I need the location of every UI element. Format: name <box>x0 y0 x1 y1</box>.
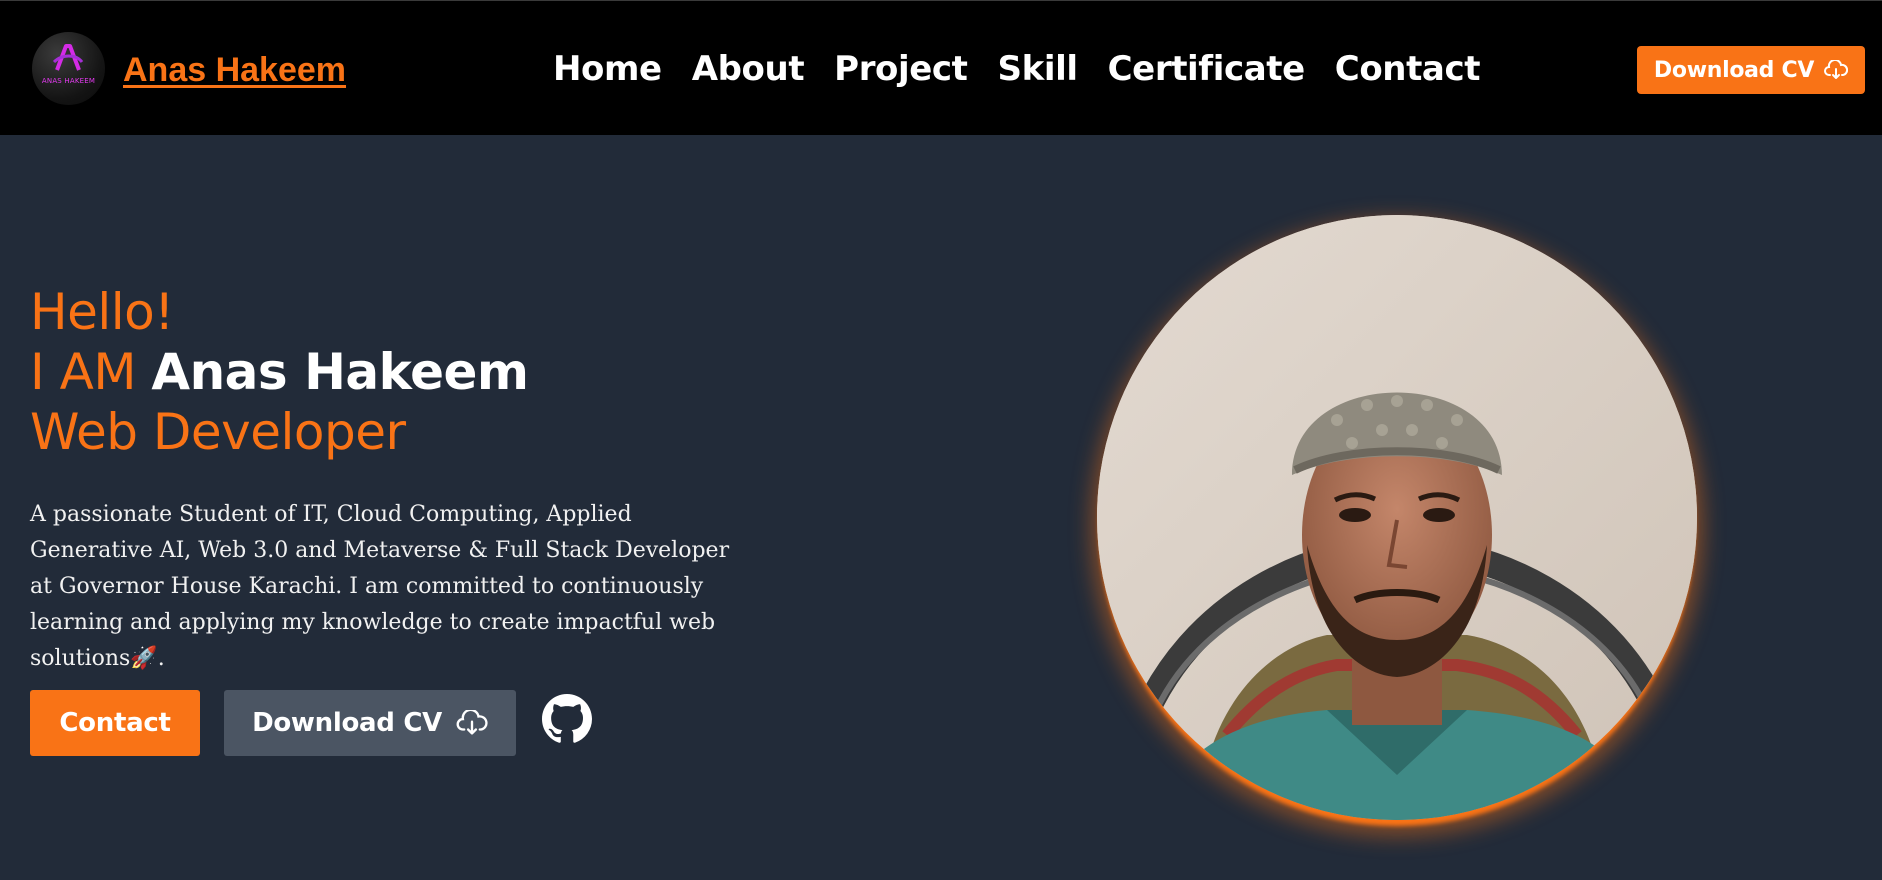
nav-download-cv-button[interactable]: Download CV <box>1637 46 1865 94</box>
cloud-download-icon <box>1824 60 1849 79</box>
nav-links: Home About Project Skill Certificate Con… <box>553 49 1480 89</box>
nav-download-cv-label: Download CV <box>1653 57 1815 83</box>
github-icon[interactable] <box>542 694 592 744</box>
nav-about[interactable]: About <box>692 49 805 89</box>
logo-glyph-icon <box>52 44 84 71</box>
profile-photo <box>1097 215 1697 820</box>
nav-certificate[interactable]: Certificate <box>1108 49 1306 89</box>
logo-text: ANAS HAKEEM <box>41 77 96 85</box>
download-cv-button[interactable]: Download CV <box>224 690 516 756</box>
brand-link[interactable]: Anas Hakeem <box>123 51 346 90</box>
profile-photo-illustration <box>1097 215 1697 820</box>
contact-button[interactable]: Contact <box>30 690 200 756</box>
hero-greeting: Hello! <box>30 283 174 341</box>
nav-contact[interactable]: Contact <box>1335 49 1481 89</box>
cloud-download-icon <box>456 710 488 735</box>
hero-iam: I AM <box>30 343 136 401</box>
navbar: ANAS HAKEEM Anas Hakeem Home About Proje… <box>0 0 1882 135</box>
hero-name-line: I AM Anas Hakeem <box>30 342 529 402</box>
hero-name: Anas Hakeem <box>151 343 529 401</box>
nav-skill[interactable]: Skill <box>998 49 1078 89</box>
nav-project[interactable]: Project <box>834 49 968 89</box>
hero-role: Web Developer <box>30 403 406 461</box>
download-cv-label: Download CV <box>252 708 442 738</box>
hero-description: A passionate Student of IT, Cloud Comput… <box>30 502 730 671</box>
nav-home[interactable]: Home <box>553 49 662 89</box>
logo[interactable]: ANAS HAKEEM <box>32 32 105 105</box>
